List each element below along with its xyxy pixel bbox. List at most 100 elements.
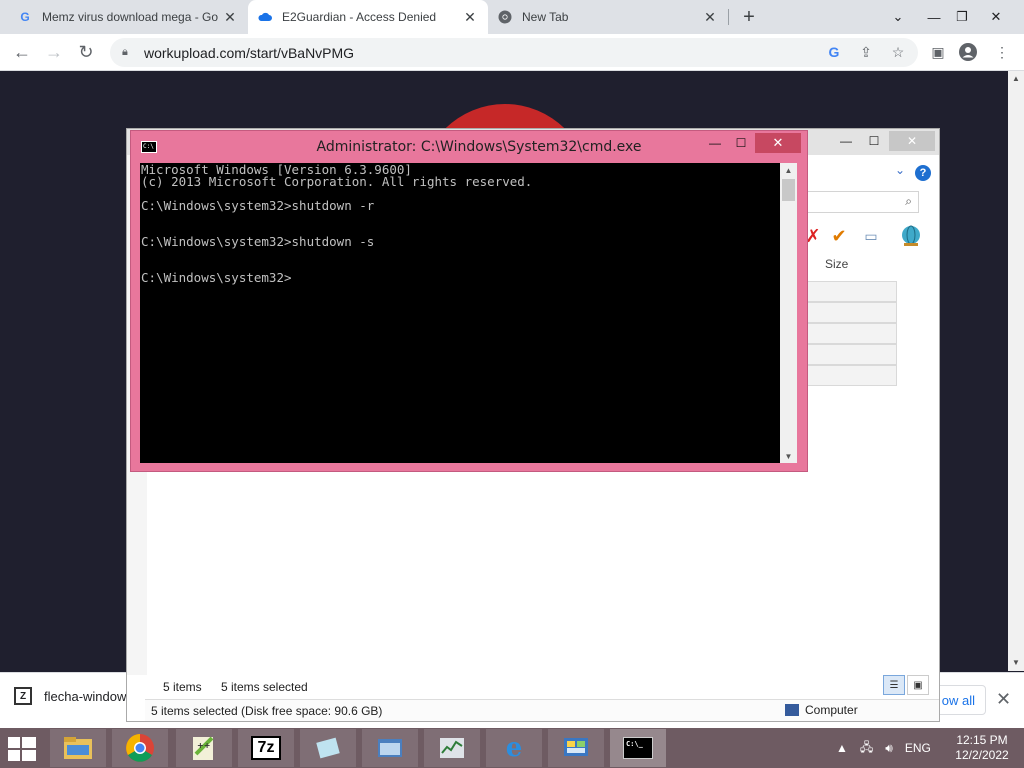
taskbar-window-app[interactable] [362,729,418,767]
address-bar[interactable]: 🔒︎ workupload.com/start/vBaNvPMG [110,38,918,67]
taskbar-task-manager[interactable] [424,729,480,767]
file-row[interactable] [805,281,897,302]
tab-close-icon[interactable]: ✕ [222,9,238,25]
control-panel-icon [561,734,591,762]
chrome-icon [498,10,512,24]
items-selected: 5 items selected [221,680,308,694]
selection-disk-space: 5 items selected (Disk free space: 90.6 … [151,704,383,718]
side-panel-icon[interactable]: ▣ [928,42,948,62]
taskbar-file-explorer[interactable] [50,729,106,767]
bookmark-star-icon[interactable]: ☆ [888,42,908,62]
scroll-up-arrow-icon[interactable]: ▲ [1008,71,1024,85]
console-text: Microsoft Windows [Version 6.3.9600] (c)… [141,163,533,285]
cmd-window[interactable]: C:\ Administrator: C:\Windows\System32\c… [130,130,808,472]
explorer-minimize-button[interactable]: — [833,131,859,151]
page-scrollbar[interactable]: ▲ ▼ [1008,71,1024,671]
share-icon[interactable]: ⇪ [856,42,876,62]
network-globe-icon[interactable] [899,225,923,247]
cmd-minimize-button[interactable]: — [701,133,729,153]
taskbar-paint[interactable] [300,729,356,767]
computer-icon [785,704,799,716]
taskbar-notepad-plus-plus[interactable]: ++ [176,729,232,767]
svg-text:C:\_: C:\_ [626,740,644,748]
file-row[interactable] [805,302,897,323]
reload-icon[interactable]: ↻ [74,40,98,64]
scrollbar-thumb[interactable] [782,179,795,201]
clock[interactable]: 12:15 PM 12/2/2022 [950,733,1014,763]
tab-new-tab[interactable]: New Tab ✕ [488,0,728,34]
explorer-search-input[interactable]: ⌕ [805,191,919,213]
cloud-icon [258,10,272,24]
download-filename: flecha-windows. [44,688,137,704]
scroll-up-arrow-icon[interactable]: ▲ [780,163,797,177]
show-hidden-icons-chevron-icon[interactable]: ▲ [836,741,848,755]
browser-toolbar: ← → ↻ 🔒︎ workupload.com/start/vBaNvPMG G… [0,34,1024,71]
google-icon: G [20,10,30,24]
paint-icon [313,734,343,762]
explorer-item-status: 5 items 5 items selected [147,677,937,697]
folder-icon [63,734,93,762]
task-manager-icon [437,734,467,762]
browser-tab-strip: G Memz virus download mega - Go ✕ E2Guar… [0,0,1024,34]
explorer-maximize-button[interactable]: ☐ [861,131,887,151]
network-icon[interactable]: 🖧︎ [860,738,873,759]
clock-time: 12:15 PM [956,733,1008,747]
file-row[interactable] [805,344,897,365]
scroll-down-arrow-icon[interactable]: ▼ [1008,655,1024,669]
7zip-icon: 7z [251,736,281,760]
taskbar-chrome[interactable] [112,729,168,767]
new-tab-button[interactable]: + [738,6,760,28]
tab-close-icon[interactable]: ✕ [702,9,718,25]
tab-title: Memz virus download mega - Go [42,10,219,24]
clock-date: 12/2/2022 [955,748,1009,762]
cmd-titlebar[interactable]: C:\ Administrator: C:\Windows\System32\c… [131,131,807,163]
search-icon: ⌕ [905,194,912,208]
restore-button[interactable]: ❐ [944,0,980,34]
close-shelf-icon[interactable]: ✕ [996,689,1011,710]
cmd-scrollbar[interactable]: ▲ ▼ [780,163,797,463]
tab-memz-search[interactable]: G Memz virus download mega - Go ✕ [8,0,248,34]
url-text: workupload.com/start/vBaNvPMG [144,44,355,61]
properties-icon[interactable]: ▭ [859,225,883,247]
taskbar-control-panel[interactable] [548,729,604,767]
location-indicator: Computer [785,703,858,717]
volume-icon[interactable]: 🔊︎ [885,741,893,756]
taskbar-cmd[interactable]: C:\_ [610,729,666,767]
checkmark-icon[interactable]: ✔ [827,225,851,247]
tab-title: E2Guardian - Access Denied [282,10,437,24]
taskbar-internet-explorer[interactable]: e [486,729,542,767]
zip-file-icon: Z [14,687,32,705]
language-indicator[interactable]: ENG [905,741,931,755]
file-row[interactable] [805,323,897,344]
cmd-console-output[interactable]: Microsoft Windows [Version 6.3.9600] (c)… [140,163,780,463]
tab-close-icon[interactable]: ✕ [462,9,478,25]
google-lens-icon[interactable]: G [824,42,844,62]
large-icons-view-icon[interactable]: ▣ [907,675,929,695]
start-button-windows-icon[interactable] [8,737,36,761]
explorer-status-bar: 5 items selected (Disk free space: 90.6 … [145,699,939,721]
menu-kebab-icon[interactable]: ⋮ [992,42,1012,62]
file-row[interactable] [805,365,897,386]
profile-avatar-icon[interactable] [958,42,978,62]
ribbon-expand-chevron-icon[interactable]: ⌄ [895,163,905,177]
column-header-size[interactable]: Size [825,257,848,271]
lock-icon: 🔒︎ [122,46,128,58]
taskbar-7zip[interactable]: 7z [238,729,294,767]
tab-title: New Tab [522,10,569,24]
back-arrow-icon[interactable]: ← [10,40,34,64]
details-view-icon[interactable]: ☰ [883,675,905,695]
forward-arrow-icon[interactable]: → [42,40,66,64]
cmd-icon: C:\_ [623,734,653,762]
tab-search-chevron-icon[interactable]: ⌄ [880,0,916,34]
tab-e2guardian[interactable]: E2Guardian - Access Denied ✕ [248,0,488,34]
chrome-icon [125,734,155,762]
scroll-down-arrow-icon[interactable]: ▼ [780,449,797,463]
close-button[interactable]: ✕ [978,0,1014,34]
download-item[interactable]: Z flecha-windows. [14,687,137,705]
internet-explorer-icon: e [505,733,523,763]
windows-taskbar: ++ 7z e C:\_ ▲ 🖧︎ 🔊︎ ENG 12:15 PM 12/2/2… [0,728,1024,768]
cmd-maximize-button[interactable]: ☐ [727,133,755,153]
help-icon[interactable]: ? [915,165,931,181]
explorer-close-button[interactable]: ✕ [889,131,935,151]
cmd-close-button[interactable]: ✕ [755,133,801,153]
